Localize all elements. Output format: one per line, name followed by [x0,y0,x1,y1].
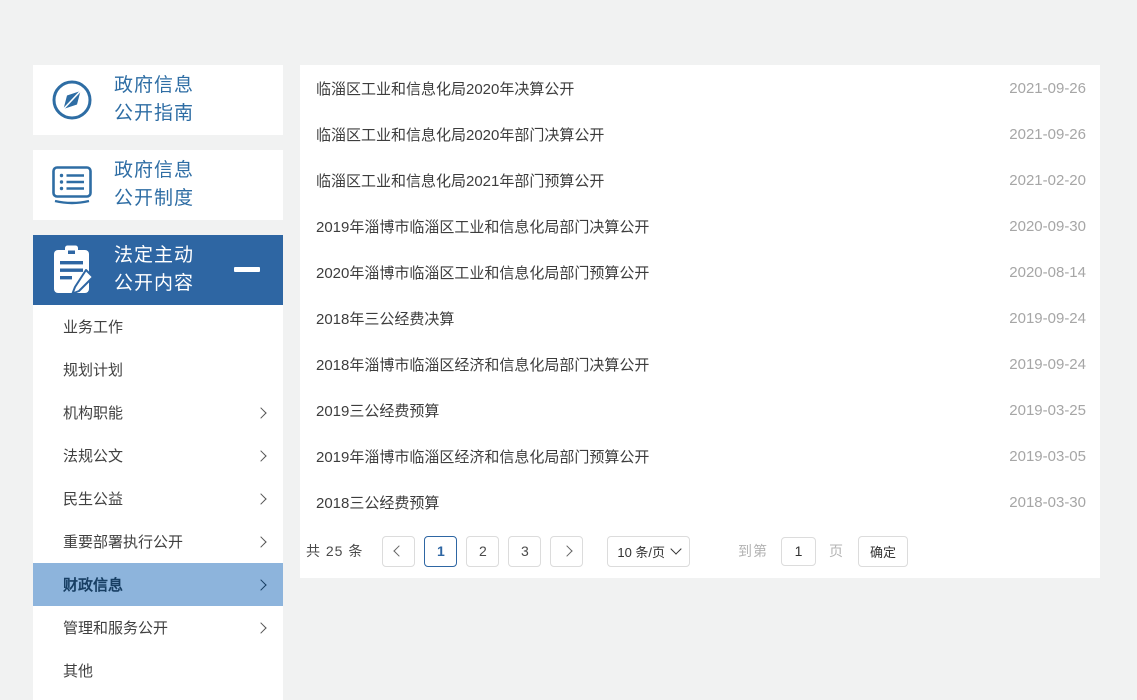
page-number-button[interactable]: 3 [508,536,541,567]
article-row: 临淄区工业和信息化局2021年部门预算公开 2021-02-20 [300,157,1100,203]
chevron-right-icon [255,622,266,633]
sidebar-menu-item[interactable]: 业务工作 [33,305,283,348]
chevron-right-icon [255,450,266,461]
article-title-link[interactable]: 2019三公经费预算 [316,400,439,421]
page-size-select[interactable]: 10 条/页 [607,536,690,567]
article-row: 临淄区工业和信息化局2020年决算公开 2021-09-26 [300,65,1100,111]
chevron-right-icon [255,536,266,547]
article-title-link[interactable]: 临淄区工业和信息化局2020年部门决算公开 [316,124,604,145]
article-date: 2020-09-30 [1009,218,1086,235]
article-row: 2019三公经费预算 2019-03-25 [300,387,1100,433]
page-buttons: 123 [415,536,541,567]
article-title-link[interactable]: 临淄区工业和信息化局2020年决算公开 [316,78,574,99]
total-count-label: 共 25 条 [306,541,363,561]
sidebar-card-guide[interactable]: 政府信息 公开指南 [33,65,283,135]
article-title-link[interactable]: 2018年淄博市临淄区经济和信息化局部门决算公开 [316,354,649,375]
sidebar-menu-item-label: 规划计划 [63,359,123,380]
sidebar-menu-item-label: 重要部署执行公开 [63,531,183,552]
article-date: 2020-08-14 [1009,264,1086,281]
article-title-link[interactable]: 2018年三公经费决算 [316,308,454,329]
article-date: 2019-03-25 [1009,402,1086,419]
goto-page-prefix: 到第 [738,541,768,561]
article-date: 2019-09-24 [1009,310,1086,327]
clipboard-pencil-icon [48,244,96,296]
article-date: 2021-02-20 [1009,172,1086,189]
minus-icon[interactable] [234,267,260,272]
chevron-right-icon [255,579,266,590]
prev-page-button[interactable] [382,536,415,567]
sidebar-menu-item-label: 机构职能 [63,402,123,423]
article-panel: 临淄区工业和信息化局2020年决算公开 2021-09-26 临淄区工业和信息化… [300,65,1100,578]
article-title-link[interactable]: 2018三公经费预算 [316,492,439,513]
chevron-down-icon [670,543,681,554]
sidebar-menu-item-label: 业务工作 [63,316,123,337]
document-icon [48,164,96,206]
article-title-link[interactable]: 2020年淄博市临淄区工业和信息化局部门预算公开 [316,262,649,283]
sidebar-menu-item[interactable]: 机构职能 [33,391,283,434]
pagination-bar: 共 25 条 123 10 条/页 到第 页 确定 [300,525,1100,577]
sidebar-menu-item[interactable]: 法规公文 [33,434,283,477]
compass-icon [48,78,96,122]
sidebar-menu-item-label: 法规公文 [63,445,123,466]
sidebar-menu-item[interactable]: 管理和服务公开 [33,606,283,649]
next-page-button[interactable] [550,536,583,567]
chevron-right-icon [561,545,572,556]
sidebar-card-guide-label: 政府信息 公开指南 [114,72,194,128]
page-number-button[interactable]: 2 [466,536,499,567]
sidebar-card-system-label: 政府信息 公开制度 [114,157,194,213]
article-date: 2019-03-05 [1009,448,1086,465]
sidebar-section-legal-disclosure[interactable]: 法定主动 公开内容 [33,235,283,305]
sidebar-menu-item-label: 其他 [63,660,93,681]
sidebar-menu-item[interactable]: 规划计划 [33,348,283,391]
chevron-right-icon [255,407,266,418]
sidebar-menu-item-label: 财政信息 [63,574,123,595]
article-title-link[interactable]: 2019年淄博市临淄区经济和信息化局部门预算公开 [316,446,649,467]
confirm-button[interactable]: 确定 [858,536,908,567]
sidebar-menu-item[interactable]: 其他 [33,649,283,692]
sidebar-menu-item[interactable]: 重要部署执行公开 [33,520,283,563]
article-date: 2021-09-26 [1009,126,1086,143]
article-row: 2019年淄博市临淄区工业和信息化局部门决算公开 2020-09-30 [300,203,1100,249]
article-row: 2020年淄博市临淄区工业和信息化局部门预算公开 2020-08-14 [300,249,1100,295]
article-list: 临淄区工业和信息化局2020年决算公开 2021-09-26 临淄区工业和信息化… [300,65,1100,525]
article-date: 2021-09-26 [1009,80,1086,97]
sidebar: 政府信息 公开指南 政府信息 公开制度 [33,65,283,700]
chevron-left-icon [393,545,404,556]
page-number-button[interactable]: 1 [424,536,457,567]
article-row: 2019年淄博市临淄区经济和信息化局部门预算公开 2019-03-05 [300,433,1100,479]
sidebar-menu-item-label: 管理和服务公开 [63,617,168,638]
sidebar-menu-item-label: 民生公益 [63,488,123,509]
sidebar-menu-item[interactable]: 民生公益 [33,477,283,520]
article-row: 2018年三公经费决算 2019-09-24 [300,295,1100,341]
article-date: 2019-09-24 [1009,356,1086,373]
article-row: 2018三公经费预算 2018-03-30 [300,479,1100,525]
article-row: 2018年淄博市临淄区经济和信息化局部门决算公开 2019-09-24 [300,341,1100,387]
article-title-link[interactable]: 临淄区工业和信息化局2021年部门预算公开 [316,170,604,191]
sidebar-menu: 业务工作 规划计划 机构职能 法规公文 民生公益 重要部署执行公开 财政信息 管… [33,305,283,700]
sidebar-section-label: 法定主动 公开内容 [114,242,194,298]
article-date: 2018-03-30 [1009,494,1086,511]
article-title-link[interactable]: 2019年淄博市临淄区工业和信息化局部门决算公开 [316,216,649,237]
article-row: 临淄区工业和信息化局2020年部门决算公开 2021-09-26 [300,111,1100,157]
sidebar-menu-item[interactable]: 财政信息 [33,563,283,606]
goto-page-input[interactable] [781,537,816,566]
page-size-label: 10 条/页 [617,542,665,561]
goto-page-suffix: 页 [829,541,843,561]
sidebar-card-system[interactable]: 政府信息 公开制度 [33,150,283,220]
chevron-right-icon [255,493,266,504]
